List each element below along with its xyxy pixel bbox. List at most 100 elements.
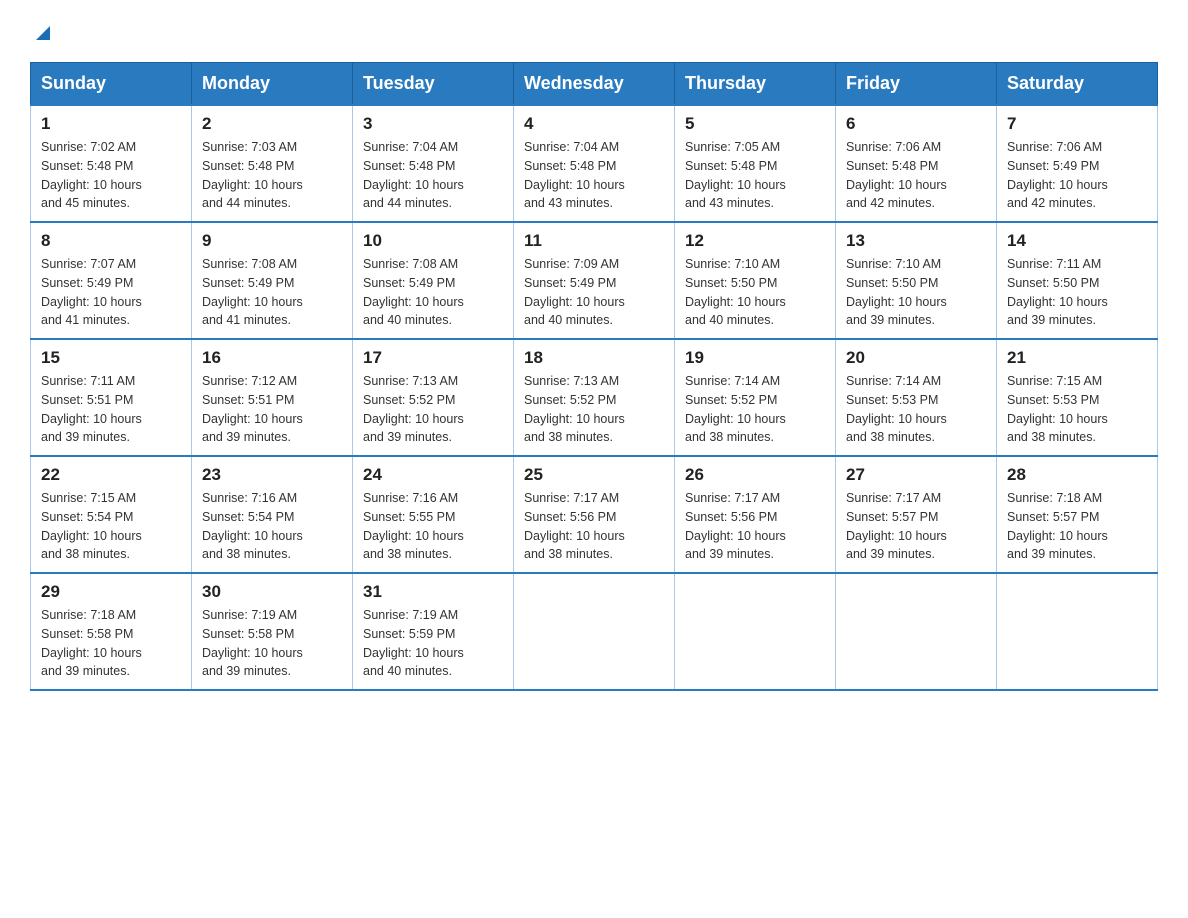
page-header: [30, 20, 1158, 44]
day-cell: 1 Sunrise: 7:02 AM Sunset: 5:48 PM Dayli…: [31, 105, 192, 222]
day-info: Sunrise: 7:16 AM Sunset: 5:54 PM Dayligh…: [202, 489, 342, 564]
day-cell: [997, 573, 1158, 690]
header-day-friday: Friday: [836, 63, 997, 106]
day-info: Sunrise: 7:17 AM Sunset: 5:56 PM Dayligh…: [685, 489, 825, 564]
logo-triangle-icon: [32, 22, 54, 44]
day-info: Sunrise: 7:09 AM Sunset: 5:49 PM Dayligh…: [524, 255, 664, 330]
day-cell: 19 Sunrise: 7:14 AM Sunset: 5:52 PM Dayl…: [675, 339, 836, 456]
day-info: Sunrise: 7:12 AM Sunset: 5:51 PM Dayligh…: [202, 372, 342, 447]
logo: [30, 20, 54, 44]
day-cell: 25 Sunrise: 7:17 AM Sunset: 5:56 PM Dayl…: [514, 456, 675, 573]
day-info: Sunrise: 7:13 AM Sunset: 5:52 PM Dayligh…: [524, 372, 664, 447]
day-cell: 18 Sunrise: 7:13 AM Sunset: 5:52 PM Dayl…: [514, 339, 675, 456]
day-info: Sunrise: 7:16 AM Sunset: 5:55 PM Dayligh…: [363, 489, 503, 564]
day-number: 22: [41, 465, 181, 485]
day-number: 19: [685, 348, 825, 368]
day-info: Sunrise: 7:10 AM Sunset: 5:50 PM Dayligh…: [846, 255, 986, 330]
day-cell: 26 Sunrise: 7:17 AM Sunset: 5:56 PM Dayl…: [675, 456, 836, 573]
day-cell: 27 Sunrise: 7:17 AM Sunset: 5:57 PM Dayl…: [836, 456, 997, 573]
header-day-wednesday: Wednesday: [514, 63, 675, 106]
day-info: Sunrise: 7:08 AM Sunset: 5:49 PM Dayligh…: [202, 255, 342, 330]
week-row-2: 8 Sunrise: 7:07 AM Sunset: 5:49 PM Dayli…: [31, 222, 1158, 339]
day-cell: 24 Sunrise: 7:16 AM Sunset: 5:55 PM Dayl…: [353, 456, 514, 573]
day-cell: 21 Sunrise: 7:15 AM Sunset: 5:53 PM Dayl…: [997, 339, 1158, 456]
day-cell: 23 Sunrise: 7:16 AM Sunset: 5:54 PM Dayl…: [192, 456, 353, 573]
day-cell: 17 Sunrise: 7:13 AM Sunset: 5:52 PM Dayl…: [353, 339, 514, 456]
day-cell: [514, 573, 675, 690]
day-info: Sunrise: 7:13 AM Sunset: 5:52 PM Dayligh…: [363, 372, 503, 447]
day-number: 24: [363, 465, 503, 485]
day-number: 2: [202, 114, 342, 134]
day-cell: 28 Sunrise: 7:18 AM Sunset: 5:57 PM Dayl…: [997, 456, 1158, 573]
day-cell: 13 Sunrise: 7:10 AM Sunset: 5:50 PM Dayl…: [836, 222, 997, 339]
day-cell: [675, 573, 836, 690]
day-cell: 29 Sunrise: 7:18 AM Sunset: 5:58 PM Dayl…: [31, 573, 192, 690]
day-number: 20: [846, 348, 986, 368]
day-number: 18: [524, 348, 664, 368]
day-info: Sunrise: 7:10 AM Sunset: 5:50 PM Dayligh…: [685, 255, 825, 330]
day-number: 31: [363, 582, 503, 602]
day-number: 7: [1007, 114, 1147, 134]
day-number: 17: [363, 348, 503, 368]
day-number: 27: [846, 465, 986, 485]
day-number: 12: [685, 231, 825, 251]
day-cell: 30 Sunrise: 7:19 AM Sunset: 5:58 PM Dayl…: [192, 573, 353, 690]
day-cell: 8 Sunrise: 7:07 AM Sunset: 5:49 PM Dayli…: [31, 222, 192, 339]
week-row-5: 29 Sunrise: 7:18 AM Sunset: 5:58 PM Dayl…: [31, 573, 1158, 690]
day-cell: 14 Sunrise: 7:11 AM Sunset: 5:50 PM Dayl…: [997, 222, 1158, 339]
day-info: Sunrise: 7:04 AM Sunset: 5:48 PM Dayligh…: [524, 138, 664, 213]
day-cell: 11 Sunrise: 7:09 AM Sunset: 5:49 PM Dayl…: [514, 222, 675, 339]
day-cell: 9 Sunrise: 7:08 AM Sunset: 5:49 PM Dayli…: [192, 222, 353, 339]
day-info: Sunrise: 7:11 AM Sunset: 5:50 PM Dayligh…: [1007, 255, 1147, 330]
week-row-1: 1 Sunrise: 7:02 AM Sunset: 5:48 PM Dayli…: [31, 105, 1158, 222]
day-number: 5: [685, 114, 825, 134]
calendar-table: SundayMondayTuesdayWednesdayThursdayFrid…: [30, 62, 1158, 691]
day-cell: 5 Sunrise: 7:05 AM Sunset: 5:48 PM Dayli…: [675, 105, 836, 222]
day-cell: 10 Sunrise: 7:08 AM Sunset: 5:49 PM Dayl…: [353, 222, 514, 339]
header-day-tuesday: Tuesday: [353, 63, 514, 106]
day-number: 30: [202, 582, 342, 602]
day-info: Sunrise: 7:15 AM Sunset: 5:54 PM Dayligh…: [41, 489, 181, 564]
day-info: Sunrise: 7:04 AM Sunset: 5:48 PM Dayligh…: [363, 138, 503, 213]
day-cell: 6 Sunrise: 7:06 AM Sunset: 5:48 PM Dayli…: [836, 105, 997, 222]
day-number: 15: [41, 348, 181, 368]
header-row: SundayMondayTuesdayWednesdayThursdayFrid…: [31, 63, 1158, 106]
day-info: Sunrise: 7:03 AM Sunset: 5:48 PM Dayligh…: [202, 138, 342, 213]
day-cell: 3 Sunrise: 7:04 AM Sunset: 5:48 PM Dayli…: [353, 105, 514, 222]
day-cell: 7 Sunrise: 7:06 AM Sunset: 5:49 PM Dayli…: [997, 105, 1158, 222]
day-info: Sunrise: 7:19 AM Sunset: 5:59 PM Dayligh…: [363, 606, 503, 681]
day-cell: 12 Sunrise: 7:10 AM Sunset: 5:50 PM Dayl…: [675, 222, 836, 339]
day-number: 6: [846, 114, 986, 134]
day-number: 10: [363, 231, 503, 251]
day-info: Sunrise: 7:14 AM Sunset: 5:52 PM Dayligh…: [685, 372, 825, 447]
day-number: 8: [41, 231, 181, 251]
day-number: 4: [524, 114, 664, 134]
day-info: Sunrise: 7:08 AM Sunset: 5:49 PM Dayligh…: [363, 255, 503, 330]
day-info: Sunrise: 7:18 AM Sunset: 5:57 PM Dayligh…: [1007, 489, 1147, 564]
day-info: Sunrise: 7:06 AM Sunset: 5:48 PM Dayligh…: [846, 138, 986, 213]
day-number: 14: [1007, 231, 1147, 251]
day-number: 16: [202, 348, 342, 368]
day-cell: 20 Sunrise: 7:14 AM Sunset: 5:53 PM Dayl…: [836, 339, 997, 456]
day-number: 9: [202, 231, 342, 251]
day-info: Sunrise: 7:17 AM Sunset: 5:56 PM Dayligh…: [524, 489, 664, 564]
day-cell: 22 Sunrise: 7:15 AM Sunset: 5:54 PM Dayl…: [31, 456, 192, 573]
day-cell: 16 Sunrise: 7:12 AM Sunset: 5:51 PM Dayl…: [192, 339, 353, 456]
day-info: Sunrise: 7:14 AM Sunset: 5:53 PM Dayligh…: [846, 372, 986, 447]
day-number: 21: [1007, 348, 1147, 368]
day-info: Sunrise: 7:06 AM Sunset: 5:49 PM Dayligh…: [1007, 138, 1147, 213]
day-cell: [836, 573, 997, 690]
day-info: Sunrise: 7:18 AM Sunset: 5:58 PM Dayligh…: [41, 606, 181, 681]
day-cell: 31 Sunrise: 7:19 AM Sunset: 5:59 PM Dayl…: [353, 573, 514, 690]
header-day-thursday: Thursday: [675, 63, 836, 106]
header-day-monday: Monday: [192, 63, 353, 106]
day-number: 28: [1007, 465, 1147, 485]
day-number: 29: [41, 582, 181, 602]
day-cell: 2 Sunrise: 7:03 AM Sunset: 5:48 PM Dayli…: [192, 105, 353, 222]
day-info: Sunrise: 7:17 AM Sunset: 5:57 PM Dayligh…: [846, 489, 986, 564]
header-day-sunday: Sunday: [31, 63, 192, 106]
day-number: 11: [524, 231, 664, 251]
week-row-3: 15 Sunrise: 7:11 AM Sunset: 5:51 PM Dayl…: [31, 339, 1158, 456]
day-number: 1: [41, 114, 181, 134]
day-info: Sunrise: 7:02 AM Sunset: 5:48 PM Dayligh…: [41, 138, 181, 213]
